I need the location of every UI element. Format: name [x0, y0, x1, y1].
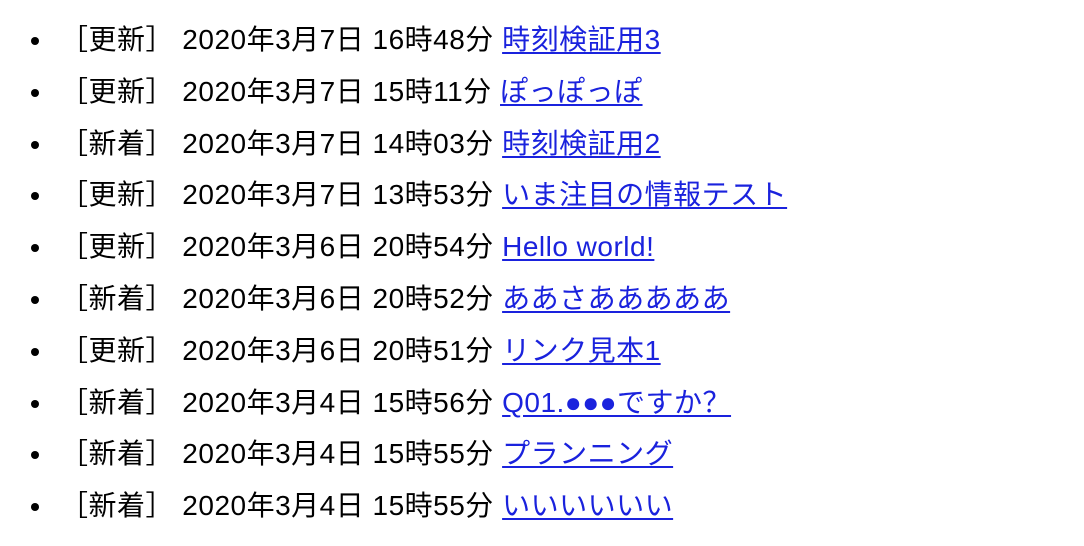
item-tag: ［更新］	[60, 231, 174, 262]
item-link[interactable]: ぽっぽっぽ	[500, 76, 643, 107]
item-link[interactable]: 時刻検証用2	[502, 128, 661, 159]
item-tag: ［更新］	[60, 179, 174, 210]
item-date: 2020年3月4日 15時55分	[182, 490, 494, 521]
item-link[interactable]: 時刻検証用3	[502, 24, 661, 55]
item-date: 2020年3月7日 14時03分	[182, 128, 494, 159]
list-item: ［更新］ 2020年3月7日 13時53分 いま注目の情報テスト	[54, 169, 1066, 221]
item-tag: ［新着］	[60, 387, 174, 418]
item-link[interactable]: ああさあああああ	[502, 283, 730, 314]
item-date: 2020年3月7日 15時11分	[182, 76, 491, 107]
item-date: 2020年3月6日 20時52分	[182, 283, 494, 314]
item-tag: ［新着］	[60, 283, 174, 314]
item-date: 2020年3月6日 20時51分	[182, 335, 494, 366]
item-link[interactable]: いいいいいい	[502, 490, 673, 521]
list-item: ［更新］ 2020年3月7日 15時11分 ぽっぽっぽ	[54, 66, 1066, 118]
item-tag: ［更新］	[60, 24, 174, 55]
item-link[interactable]: いま注目の情報テスト	[502, 179, 787, 210]
item-link[interactable]: Hello world!	[502, 231, 654, 262]
list-item: ［新着］ 2020年3月6日 20時52分 ああさあああああ	[54, 273, 1066, 325]
list-item: ［新着］ 2020年3月4日 15時55分 プランニング	[54, 428, 1066, 480]
item-link[interactable]: リンク見本1	[502, 335, 661, 366]
item-tag: ［更新］	[60, 335, 174, 366]
list-item: ［新着］ 2020年3月4日 15時56分 Q01.●●●ですか？	[54, 377, 1066, 429]
item-tag: ［更新］	[60, 76, 174, 107]
list-item: ［新着］ 2020年3月7日 14時03分 時刻検証用2	[54, 118, 1066, 170]
item-date: 2020年3月6日 20時54分	[182, 231, 494, 262]
item-tag: ［新着］	[60, 490, 174, 521]
item-tag: ［新着］	[60, 128, 174, 159]
item-date: 2020年3月4日 15時55分	[182, 438, 494, 469]
item-date: 2020年3月7日 13時53分	[182, 179, 494, 210]
update-list: ［更新］ 2020年3月7日 16時48分 時刻検証用3 ［更新］ 2020年3…	[10, 14, 1066, 532]
list-item: ［新着］ 2020年3月4日 15時55分 いいいいいい	[54, 480, 1066, 532]
item-link[interactable]: Q01.●●●ですか？	[502, 387, 731, 418]
item-tag: ［新着］	[60, 438, 174, 469]
item-date: 2020年3月4日 15時56分	[182, 387, 494, 418]
list-item: ［更新］ 2020年3月6日 20時54分 Hello world!	[54, 221, 1066, 273]
list-item: ［更新］ 2020年3月6日 20時51分 リンク見本1	[54, 325, 1066, 377]
list-item: ［更新］ 2020年3月7日 16時48分 時刻検証用3	[54, 14, 1066, 66]
item-date: 2020年3月7日 16時48分	[182, 24, 494, 55]
item-link[interactable]: プランニング	[502, 438, 673, 469]
